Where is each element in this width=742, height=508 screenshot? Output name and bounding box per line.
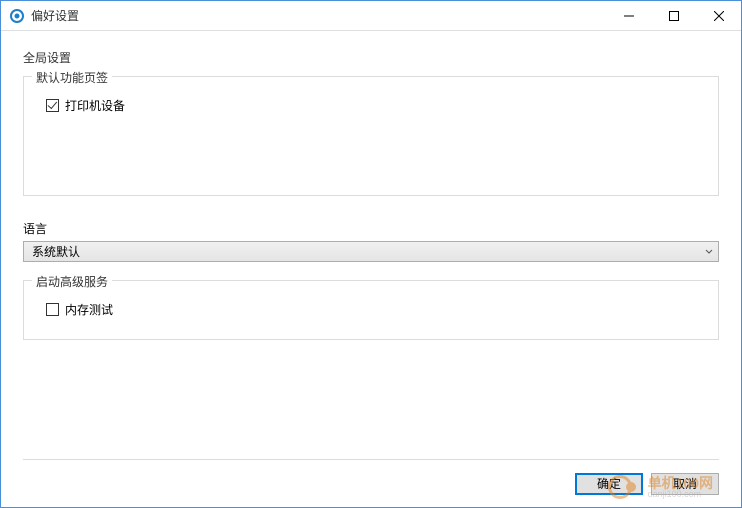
dialog-footer: 确定 取消	[23, 459, 719, 507]
language-select[interactable]: 系统默认	[23, 241, 719, 262]
default-tab-legend: 默认功能页签	[32, 69, 112, 86]
advanced-service-legend: 启动高级服务	[32, 273, 112, 290]
content-area: 全局设置 默认功能页签 打印机设备 语言 系统默认 启动高级服务 内存测试	[1, 31, 741, 459]
window-controls	[606, 1, 741, 30]
memory-test-label: 内存测试	[65, 301, 113, 318]
global-section-title: 全局设置	[23, 49, 719, 66]
language-select-wrapper: 系统默认	[23, 241, 719, 262]
default-tab-group: 默认功能页签 打印机设备	[23, 76, 719, 196]
titlebar: 偏好设置	[1, 1, 741, 31]
printer-device-label: 打印机设备	[65, 97, 125, 114]
language-label: 语言	[23, 220, 719, 237]
language-section: 语言 系统默认	[23, 220, 719, 262]
maximize-button[interactable]	[651, 1, 696, 30]
minimize-button[interactable]	[606, 1, 651, 30]
cancel-button[interactable]: 取消	[651, 473, 719, 495]
memory-test-checkbox[interactable]	[46, 303, 59, 316]
printer-device-row: 打印机设备	[46, 97, 704, 114]
memory-test-row: 内存测试	[46, 301, 704, 318]
ok-button[interactable]: 确定	[575, 473, 643, 495]
cancel-button-label: 取消	[673, 475, 697, 492]
printer-device-checkbox[interactable]	[46, 99, 59, 112]
ok-button-label: 确定	[597, 475, 621, 492]
advanced-service-group: 启动高级服务 内存测试	[23, 280, 719, 340]
close-button[interactable]	[696, 1, 741, 30]
window-title: 偏好设置	[31, 7, 606, 24]
language-selected-value: 系统默认	[32, 243, 80, 260]
app-icon	[9, 8, 25, 24]
